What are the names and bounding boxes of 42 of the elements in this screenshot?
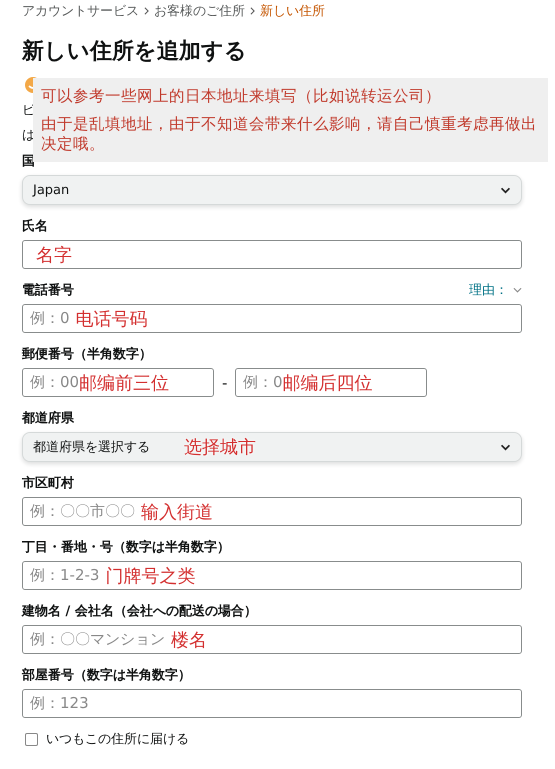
annotation-text: 邮编后四位 xyxy=(282,372,373,394)
annotation-text: 选择城市 xyxy=(184,436,256,459)
input-field[interactable]: 例：0 电话号码 xyxy=(22,304,522,333)
input-field[interactable]: 例：1-2-3 门牌号之类 xyxy=(22,561,522,590)
breadcrumb-link[interactable]: 新しい住所 xyxy=(260,2,325,20)
chevron-down-icon xyxy=(500,187,511,194)
reason-link[interactable]: 理由： xyxy=(469,281,522,299)
input-field[interactable]: 例：00邮编前三位 xyxy=(22,368,214,397)
annotation-text: 可以参考一些网上的日本地址来填写（比如说转运公司） xyxy=(41,86,442,106)
separator-text: - xyxy=(222,374,227,392)
annotation-text: 门牌号之类 xyxy=(105,564,196,588)
notice-text: は xyxy=(22,126,35,144)
chevron-icon xyxy=(144,7,149,15)
field-label: 市区町村 xyxy=(22,474,74,492)
annotation-text: 楼名 xyxy=(171,628,207,652)
annotation-text: 由于是乱填地址，由于不知道会带来什么影响，请自己慎重考虑再做出决定哦。 xyxy=(41,114,538,154)
input-field[interactable]: 例：0邮编后四位 xyxy=(235,368,427,397)
annotation-text: 名字 xyxy=(36,244,72,266)
dropdown[interactable]: Japan xyxy=(22,175,522,205)
field-label: 建物名 / 会社名（会社への配送の場合） xyxy=(22,603,257,620)
page-title: 新しい住所を追加する xyxy=(22,38,248,66)
field-label: 部屋番号（数字は半角数字） xyxy=(22,666,191,684)
input-field[interactable]: 名字 xyxy=(22,240,522,269)
field-label: 電話番号 xyxy=(22,282,74,299)
input-field[interactable]: 例：〇〇マンション 楼名 xyxy=(22,625,522,654)
input-field[interactable]: 例：123 xyxy=(22,689,522,718)
input-field[interactable]: 例：〇〇市〇〇 输入街道 xyxy=(22,497,522,526)
annotation-text: 输入街道 xyxy=(141,500,213,524)
annotation-text: 电话号码 xyxy=(76,308,148,330)
chevron-icon xyxy=(250,7,255,15)
dropdown[interactable]: 都道府県を選択する 选择城市 xyxy=(22,432,522,462)
breadcrumb-link[interactable]: アカウントサービス xyxy=(22,2,139,20)
field-label: 氏名 xyxy=(22,218,48,235)
annotation-text: 邮编前三位 xyxy=(79,372,170,394)
breadcrumb-link[interactable]: お客様のご住所 xyxy=(154,2,245,20)
checkbox[interactable] xyxy=(25,732,38,746)
chevron-down-icon xyxy=(513,287,522,293)
field-label: 都道府県 xyxy=(22,410,74,427)
field-label: 丁目・番地・号（数字は半角数字） xyxy=(22,538,230,556)
checkbox-label: いつもこの住所に届ける xyxy=(46,731,189,748)
field-label: 郵便番号（半角数字） xyxy=(22,346,152,363)
chevron-down-icon xyxy=(500,444,511,451)
